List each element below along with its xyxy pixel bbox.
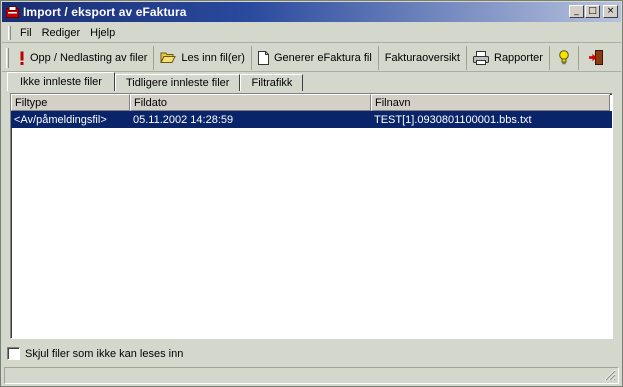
column-header-filtype[interactable]: Filtype — [11, 94, 130, 111]
help-button[interactable] — [550, 45, 579, 70]
reports-button[interactable]: Rapporter — [467, 45, 550, 70]
cell-filnavn: TEST[1].0930801100001.bbs.txt — [374, 113, 532, 126]
minimize-button[interactable]: _ — [569, 5, 584, 18]
window-title: Import / eksport av eFaktura — [23, 5, 187, 19]
toolbar: Opp / Nedlasting av filer Les inn fil(er… — [2, 44, 621, 72]
exit-button[interactable] — [579, 46, 613, 70]
column-header-filtype-label: Filtype — [15, 96, 48, 109]
menu-hjelp[interactable]: Hjelp — [85, 27, 120, 39]
tab-filtrafikk-label: Filtrafikk — [251, 77, 293, 89]
lightbulb-icon — [559, 50, 569, 65]
column-header-fildato-label: Fildato — [134, 96, 168, 109]
tab-tidligere-innleste-label: Tidligere innleste filer — [125, 77, 230, 89]
printer-icon — [473, 50, 489, 65]
column-header-filnavn-label: Filnavn — [375, 96, 411, 109]
open-folder-icon — [160, 51, 177, 64]
cell-fildato: 05.11.2002 14:28:59 — [133, 113, 234, 126]
tab-ikke-innleste[interactable]: Ikke innleste filer — [7, 72, 115, 91]
title-bar[interactable]: Import / eksport av eFaktura _ □ × — [2, 2, 621, 22]
read-files-label: Les inn fil(er) — [181, 51, 245, 64]
exclamation-icon — [19, 51, 25, 65]
generate-efaktura-button[interactable]: Generer eFaktura fil — [252, 45, 379, 70]
invoice-overview-button[interactable]: Fakturaoversikt — [379, 45, 467, 70]
tab-tidligere-innleste[interactable]: Tidligere innleste filer — [114, 74, 241, 91]
tab-ikke-innleste-label: Ikke innleste filer — [20, 76, 102, 88]
main-window: Import / eksport av eFaktura _ □ × Fil R… — [0, 0, 623, 387]
status-bar — [4, 367, 619, 384]
hide-unreadable-checkbox[interactable] — [7, 347, 20, 360]
cell-filtype: <Av/påmeldingsfil> — [14, 113, 107, 126]
close-icon: × — [606, 6, 615, 16]
invoice-overview-label: Fakturaoversikt — [384, 51, 460, 64]
maximize-button[interactable]: □ — [585, 5, 600, 18]
app-icon — [5, 6, 19, 19]
close-button[interactable]: × — [603, 5, 618, 18]
toolbar-grip[interactable] — [6, 47, 9, 68]
upload-download-button[interactable]: Opp / Nedlasting av filer — [13, 45, 155, 70]
column-header-filnavn[interactable]: Filnavn — [371, 94, 610, 111]
hide-unreadable-label: Skjul filer som ikke kan leses inn — [25, 347, 184, 360]
table-row[interactable]: <Av/påmeldingsfil> 05.11.2002 14:28:59 T… — [11, 111, 612, 128]
new-document-icon — [257, 50, 269, 65]
exit-door-icon — [588, 50, 604, 65]
menu-grip[interactable] — [8, 25, 11, 40]
hide-unreadable-option[interactable]: Skjul filer som ikke kan leses inn — [7, 347, 183, 360]
menu-bar: Fil Rediger Hjelp — [2, 23, 621, 43]
tab-filtrafikk[interactable]: Filtrafikk — [240, 74, 304, 91]
generate-efaktura-label: Generer eFaktura fil — [273, 51, 372, 64]
menu-fil[interactable]: Fil — [15, 27, 37, 39]
column-header-fildato[interactable]: Fildato — [130, 94, 371, 111]
menu-rediger[interactable]: Rediger — [37, 27, 86, 39]
read-files-button[interactable]: Les inn fil(er) — [154, 45, 252, 70]
tab-strip: Ikke innleste filer Tidligere innleste f… — [7, 72, 304, 91]
upload-download-label: Opp / Nedlasting av filer — [30, 51, 148, 64]
reports-label: Rapporter — [494, 51, 543, 64]
maximize-icon: □ — [588, 6, 597, 16]
minimize-icon: _ — [574, 6, 579, 16]
resize-grip-icon[interactable] — [604, 369, 616, 381]
grid-header: Filtype Fildato Filnavn — [11, 94, 612, 111]
file-grid[interactable]: Filtype Fildato Filnavn <Av/påmeldingsfi… — [10, 93, 613, 339]
